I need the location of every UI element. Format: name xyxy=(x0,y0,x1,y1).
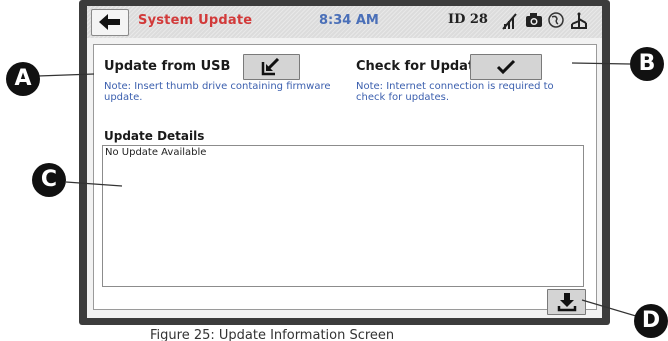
figure-caption: Figure 25: Update Information Screen xyxy=(150,328,395,341)
callout-d: D xyxy=(634,304,668,338)
callout-c: C xyxy=(32,163,66,197)
callout-leader-lines xyxy=(37,62,637,317)
callout-b: B xyxy=(630,47,664,81)
callout-a: A xyxy=(6,62,40,96)
